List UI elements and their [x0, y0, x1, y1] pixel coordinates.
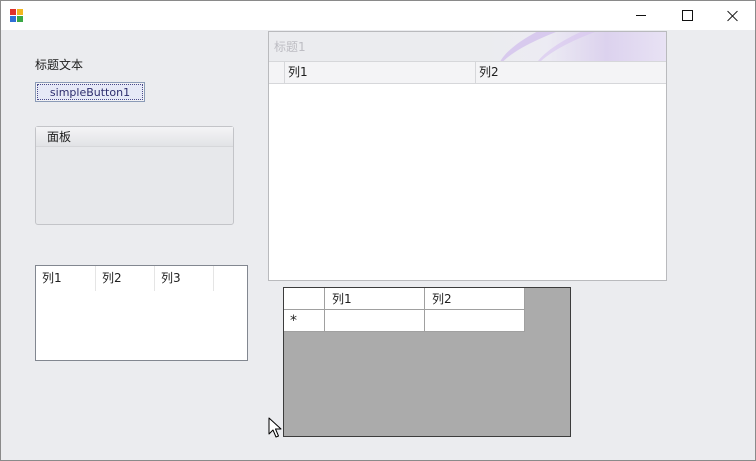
simple-button[interactable]: simpleButton1 [35, 82, 145, 102]
dgv-column-header[interactable]: 列2 [425, 288, 525, 310]
maximize-icon [681, 10, 693, 21]
grid-caption-bar: 标题1 [269, 32, 666, 116]
list-view-column-header[interactable]: 列1 [36, 266, 96, 291]
dgv-column-header[interactable]: 列1 [325, 288, 425, 310]
list-view-column-header[interactable]: 列3 [155, 266, 214, 291]
list-view[interactable]: 列1 列2 列3 [35, 265, 248, 361]
grid-column-header-row: 列1 列2 [269, 61, 666, 84]
group-panel-caption: 面板 [36, 127, 233, 147]
dgv-cell[interactable] [425, 310, 525, 332]
simple-button-label: simpleButton1 [37, 84, 143, 100]
grid-caption: 标题1 [274, 40, 306, 54]
grid-row-indicator-header[interactable] [269, 62, 285, 83]
grid-column-header[interactable]: 列2 [476, 62, 666, 83]
title-label: 标题文本 [35, 58, 84, 72]
group-panel: 面板 [35, 126, 234, 225]
close-icon [727, 10, 739, 22]
list-view-column-header[interactable]: 列2 [96, 266, 155, 291]
grid-control[interactable]: 标题1 列1 列2 [268, 31, 667, 281]
title-bar[interactable] [1, 1, 755, 30]
list-view-header: 列1 列2 列3 [36, 266, 214, 291]
dgv-cell[interactable] [325, 310, 425, 332]
dgv-new-row-indicator[interactable]: * [284, 310, 325, 332]
mouse-pointer-icon [268, 417, 282, 438]
dgv-top-left-header[interactable] [284, 288, 325, 310]
minimize-button[interactable] [618, 1, 664, 30]
winforms-app-icon [10, 9, 23, 22]
minimize-icon [636, 15, 646, 16]
grid-column-header[interactable]: 列1 [285, 62, 476, 83]
data-grid-view[interactable]: 列1 列2 * [283, 287, 571, 437]
close-button[interactable] [710, 1, 756, 30]
maximize-button[interactable] [664, 1, 710, 30]
